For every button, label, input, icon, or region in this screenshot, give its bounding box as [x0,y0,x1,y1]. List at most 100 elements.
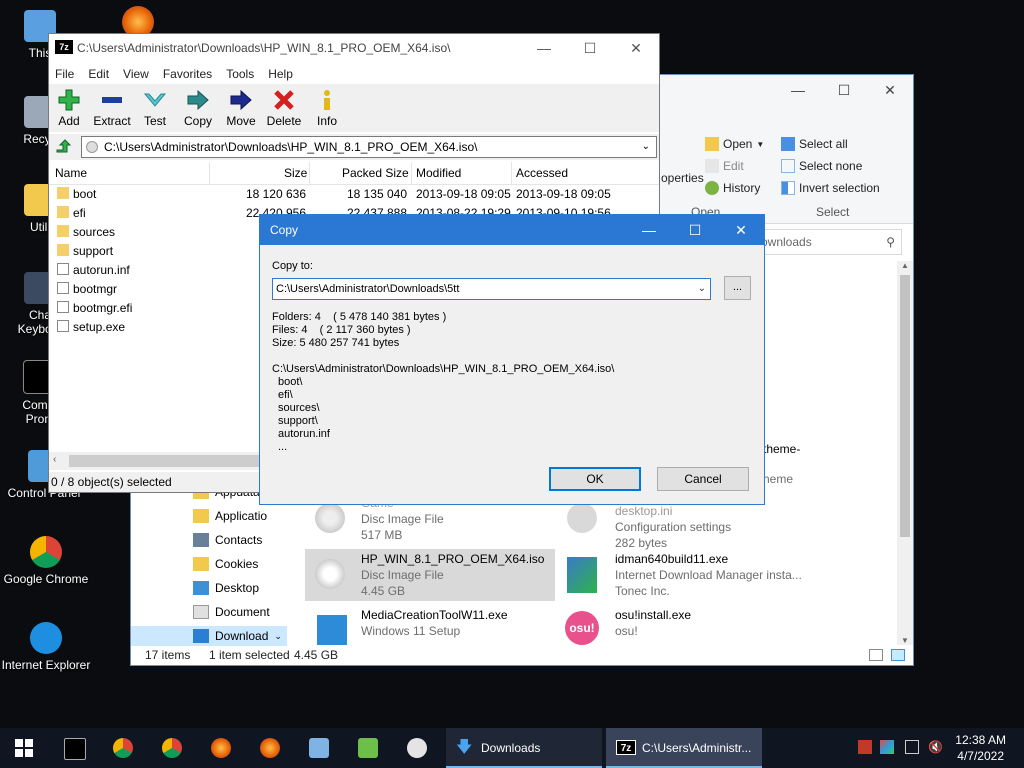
volume-muted-icon[interactable]: 🔇 [928,740,943,754]
close-icon[interactable]: ✕ [613,34,659,62]
explorer-vertical-scrollbar[interactable]: ▲ ▼ [897,261,913,645]
taskbar-chrome[interactable] [101,732,145,764]
invert-selection-button[interactable]: Invert selection [781,181,880,195]
column-name[interactable]: Name [55,166,87,180]
desktop-icon-google-chrome[interactable]: Google Chrome [0,536,94,586]
path-input[interactable]: C:\Users\Administrator\Downloads\HP_WIN_… [81,136,657,158]
details-view-icon[interactable] [869,649,883,661]
nav-item-cookies[interactable]: Cookies [193,557,258,571]
info-icon [315,88,339,112]
menu-file[interactable]: File [49,64,82,84]
column-packed-size[interactable]: Packed Size [342,166,409,180]
scroll-left-icon[interactable]: ‹ [53,454,56,465]
nav-item-documents[interactable]: Document [193,605,270,619]
usb-tray-icon[interactable] [905,740,919,754]
destination-combo[interactable]: C:\Users\Administrator\Downloads\5tt ⌄ [272,278,711,300]
taskbar-downloads[interactable]: 🡇 Downloads [446,728,602,768]
open-icon [705,137,719,151]
file-tile-idman[interactable]: idman640build11.exe Internet Download Ma… [615,551,802,599]
edit-button[interactable]: Edit [705,159,744,173]
delete-button[interactable]: Delete [262,86,306,128]
file-name: boot [73,187,97,201]
close-icon[interactable]: ✕ [718,215,764,245]
history-button[interactable]: History [705,181,760,195]
taskbar-app-blue[interactable] [297,732,341,764]
network-tray-icon[interactable] [858,740,872,754]
chrome-icon [30,536,62,568]
move-arrow-icon [229,88,253,112]
file-name: bootmgr.efi [73,301,133,315]
info-button[interactable]: Info [305,86,349,128]
chevron-down-icon[interactable]: ⌄ [698,279,706,299]
column-size[interactable]: Size [284,166,307,180]
file-tile-media-creation-tool[interactable]: MediaCreationToolW11.exe Windows 11 Setu… [361,607,508,639]
open-button[interactable]: Open ▼ [705,137,764,151]
download-arrow-icon [193,629,209,643]
menu-edit[interactable]: Edit [82,64,117,84]
folder-icon [57,206,69,218]
start-button[interactable] [2,732,46,764]
extract-button[interactable]: Extract [90,86,134,128]
minimize-icon[interactable]: — [626,215,672,245]
explorer-window-controls: — ☐ ✕ [775,75,913,105]
menu-help[interactable]: Help [262,64,301,84]
close-icon[interactable]: ✕ [867,75,913,105]
scroll-thumb[interactable] [900,275,910,537]
files-summary: Files: 4 ( 2 117 360 bytes ) [272,324,411,336]
select-all-button[interactable]: Select all [781,137,848,151]
add-button[interactable]: Add [47,86,91,128]
copy-button[interactable]: Copy [176,86,220,128]
nav-item-applications[interactable]: Applicatio [193,509,267,523]
file-tile-theme[interactable]: theme- [763,441,800,457]
nav-item-downloads[interactable]: Download ⌄ [131,626,287,646]
maximize-icon[interactable]: ☐ [821,75,867,105]
chevron-down-icon[interactable]: ⌄ [642,137,650,157]
menu-tools[interactable]: Tools [220,64,262,84]
taskbar-firefox-2[interactable] [248,732,292,764]
tiles-view-icon[interactable] [891,649,905,661]
select-none-button[interactable]: Select none [781,159,862,173]
minimize-icon[interactable]: — [775,75,821,105]
file-row[interactable]: boot 18 120 636 18 135 040 2013-09-18 09:05… [49,184,659,203]
scroll-thumb[interactable] [69,455,259,467]
column-headers: Name Size Packed Size Modified Accessed [49,162,659,185]
file-tile-hp-win-iso[interactable]: HP_WIN_8.1_PRO_OEM_X64.iso Disc Image Fi… [361,551,544,599]
cancel-button[interactable]: Cancel [657,467,749,491]
explorer-status-bar: 17 items 1 item selected 4.45 GB [131,645,913,665]
menu-view[interactable]: View [117,64,157,84]
windows-logo-icon [15,739,33,757]
scroll-up-icon[interactable]: ▲ [901,261,909,270]
taskbar-app-chart[interactable] [346,732,390,764]
osu-icon: osu! [565,611,599,645]
clock[interactable]: 12:38 AM 4/7/2022 [955,732,1006,764]
up-folder-icon[interactable] [55,138,73,156]
download-arrow-icon: 🡇 [456,739,473,756]
properties-label-wrap[interactable]: operties [661,171,704,185]
nav-item-contacts[interactable]: Contacts [193,533,262,547]
taskbar: 🡇 Downloads 7z C:\Users\Administr... 🔇 1… [0,728,1024,768]
color-tray-icon[interactable] [880,740,894,754]
nav-item-desktop[interactable]: Desktop [193,581,259,595]
taskbar-firefox[interactable] [199,732,243,764]
column-modified[interactable]: Modified [416,166,461,180]
minimize-icon[interactable]: — [521,34,567,62]
7zip-logo-icon: 7z [55,40,73,54]
search-input[interactable]: ownloads ⚲ [756,229,902,255]
column-accessed[interactable]: Accessed [516,166,568,180]
file-tile-desktop-ini[interactable]: desktop.ini Configuration settings 282 b… [615,503,731,551]
taskbar-app-paint[interactable] [395,732,439,764]
file-tile-osu-install[interactable]: osu!install.exe osu! [615,607,691,639]
browse-button[interactable]: ... [724,276,751,300]
taskbar-7zip[interactable]: 7z C:\Users\Administr... [606,728,762,768]
maximize-icon[interactable]: ☐ [567,34,613,62]
taskbar-command-prompt[interactable] [52,732,96,764]
maximize-icon[interactable]: ☐ [672,215,718,245]
chrome-icon [113,738,133,758]
taskbar-chrome-2[interactable] [150,732,194,764]
scroll-down-icon[interactable]: ▼ [901,636,909,645]
desktop-icon-internet-explorer[interactable]: Internet Explorer [0,622,94,672]
menu-favorites[interactable]: Favorites [157,64,220,84]
ok-button[interactable]: OK [549,467,641,491]
test-button[interactable]: Test [133,86,177,128]
move-button[interactable]: Move [219,86,263,128]
